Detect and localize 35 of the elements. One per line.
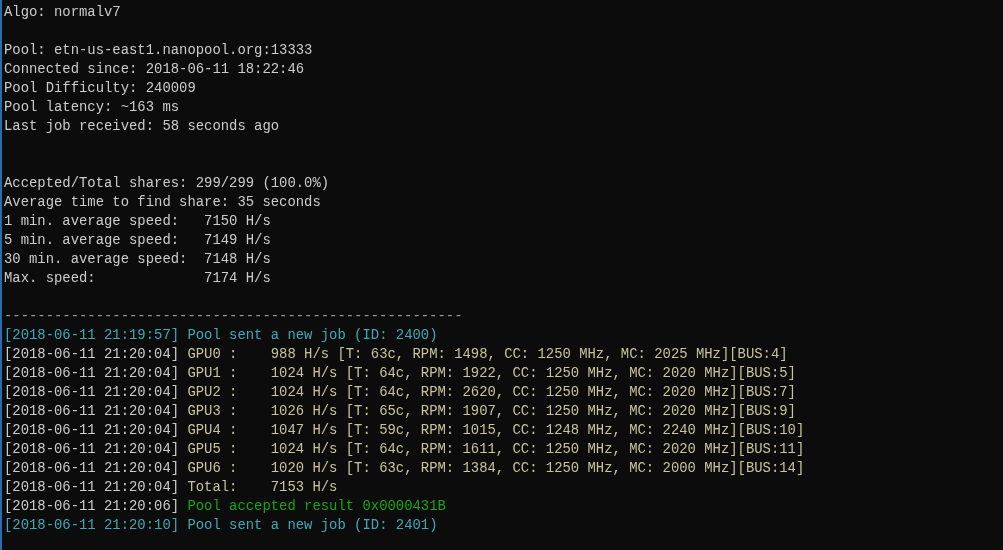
log-message: GPU4 : 1047 H/s [T: 59c, RPM: 1015, CC: 1248 MHz, MC: 2240 MHz][BUS:10] xyxy=(187,422,805,438)
console-line: Pool Difficulty: 240009 xyxy=(4,80,196,96)
log-timestamp: [2018-06-11 21:20:04] xyxy=(4,403,180,419)
log-timestamp: [2018-06-11 21:20:04] xyxy=(4,365,180,381)
console-line: Pool latency: ~163 ms xyxy=(4,99,180,115)
dashed-separator: ------------------------------------------------------- xyxy=(4,308,463,324)
log-message: Pool sent a new job (ID: 2400) xyxy=(187,327,438,343)
log-timestamp: [2018-06-11 21:20:06] xyxy=(4,498,180,514)
log-timestamp: [2018-06-11 21:20:10] xyxy=(4,517,180,533)
log-message: GPU2 : 1024 H/s [T: 64c, RPM: 2620, CC: 1250 MHz, MC: 2020 MHz][BUS:7] xyxy=(187,384,796,400)
console-line: Max. speed: 7174 H/s xyxy=(4,270,271,286)
log-timestamp: [2018-06-11 21:20:04] xyxy=(4,384,180,400)
log-timestamp: [2018-06-11 21:20:04] xyxy=(4,441,180,457)
console-line: Algo: normalv7 xyxy=(4,4,121,20)
console-line: Connected since: 2018-06-11 18:22:46 xyxy=(4,61,305,77)
log-timestamp: [2018-06-11 21:20:04] xyxy=(4,460,180,476)
log-message: GPU5 : 1024 H/s [T: 64c, RPM: 1611, CC: 1250 MHz, MC: 2020 MHz][BUS:11] xyxy=(187,441,805,457)
log-timestamp: [2018-06-11 21:20:04] xyxy=(4,479,180,495)
log-timestamp: [2018-06-11 21:20:04] xyxy=(4,346,180,362)
log-timestamp: [2018-06-11 21:20:04] xyxy=(4,422,180,438)
log-message: GPU6 : 1020 H/s [T: 63c, RPM: 1384, CC: 1250 MHz, MC: 2000 MHz][BUS:14] xyxy=(187,460,805,476)
console-line: 30 min. average speed: 7148 H/s xyxy=(4,251,271,267)
console-line: Pool: etn-us-east1.nanopool.org:13333 xyxy=(4,42,313,58)
console-line: 1 min. average speed: 7150 H/s xyxy=(4,213,271,229)
log-message: GPU0 : 988 H/s [T: 63c, RPM: 1498, CC: 1250 MHz, MC: 2025 MHz][BUS:4] xyxy=(187,346,788,362)
log-timestamp: [2018-06-11 21:19:57] xyxy=(4,327,180,343)
console-line: Accepted/Total shares: 299/299 (100.0%) xyxy=(4,175,330,191)
log-message: Pool sent a new job (ID: 2401) xyxy=(187,517,438,533)
console-line: 5 min. average speed: 7149 H/s xyxy=(4,232,271,248)
console-line: Last job received: 58 seconds ago xyxy=(4,118,280,134)
log-message: GPU3 : 1026 H/s [T: 65c, RPM: 1907, CC: 1250 MHz, MC: 2020 MHz][BUS:9] xyxy=(187,403,796,419)
log-message: Pool accepted result 0x0000431B xyxy=(187,498,446,514)
log-message: Total: 7153 H/s xyxy=(187,479,338,495)
log-message: GPU1 : 1024 H/s [T: 64c, RPM: 1922, CC: 1250 MHz, MC: 2020 MHz][BUS:5] xyxy=(187,365,796,381)
console-line: Average time to find share: 35 seconds xyxy=(4,194,321,210)
